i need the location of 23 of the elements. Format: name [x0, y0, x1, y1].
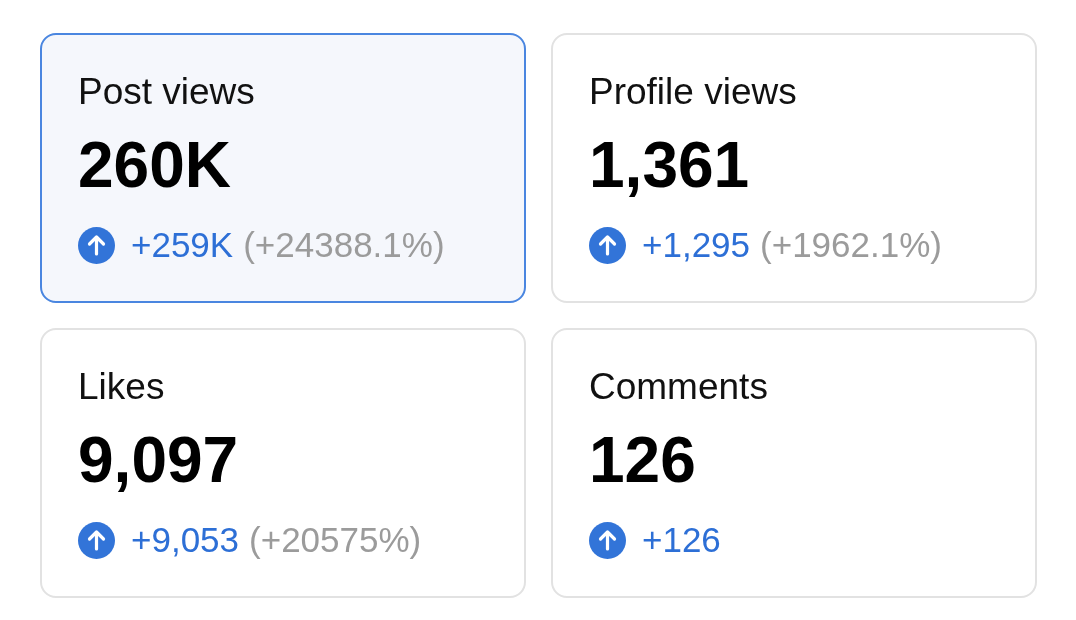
stat-card[interactable]: Comments 126 +126	[551, 328, 1037, 598]
arrow-up-icon	[589, 226, 626, 264]
stat-label: Comments	[589, 365, 768, 409]
stat-label: Likes	[78, 365, 165, 409]
stat-card[interactable]: Likes 9,097 +9,053 (+20575%)	[40, 328, 526, 598]
change-percent: (+1962.1%)	[760, 224, 942, 266]
arrow-up-icon	[78, 521, 115, 559]
change-percent: (+24388.1%)	[243, 224, 445, 266]
stat-card[interactable]: Post views 260K +259K (+24388.1%)	[40, 33, 526, 303]
arrow-up-icon	[78, 226, 115, 264]
change-value: +1,295	[642, 224, 751, 266]
stat-label: Profile views	[589, 70, 797, 114]
stat-card[interactable]: Profile views 1,361 +1,295 (+1962.1%)	[551, 33, 1037, 303]
change-percent: (+20575%)	[249, 519, 422, 561]
stat-value: 260K	[78, 129, 231, 201]
stat-label: Post views	[78, 70, 255, 114]
stat-value: 9,097	[78, 424, 239, 496]
arrow-up-icon	[589, 521, 626, 559]
stat-value: 1,361	[589, 129, 750, 201]
stat-value: 126	[589, 424, 696, 496]
change-value: +259K	[131, 224, 234, 266]
change-value: +126	[642, 519, 721, 561]
change-value: +9,053	[131, 519, 240, 561]
